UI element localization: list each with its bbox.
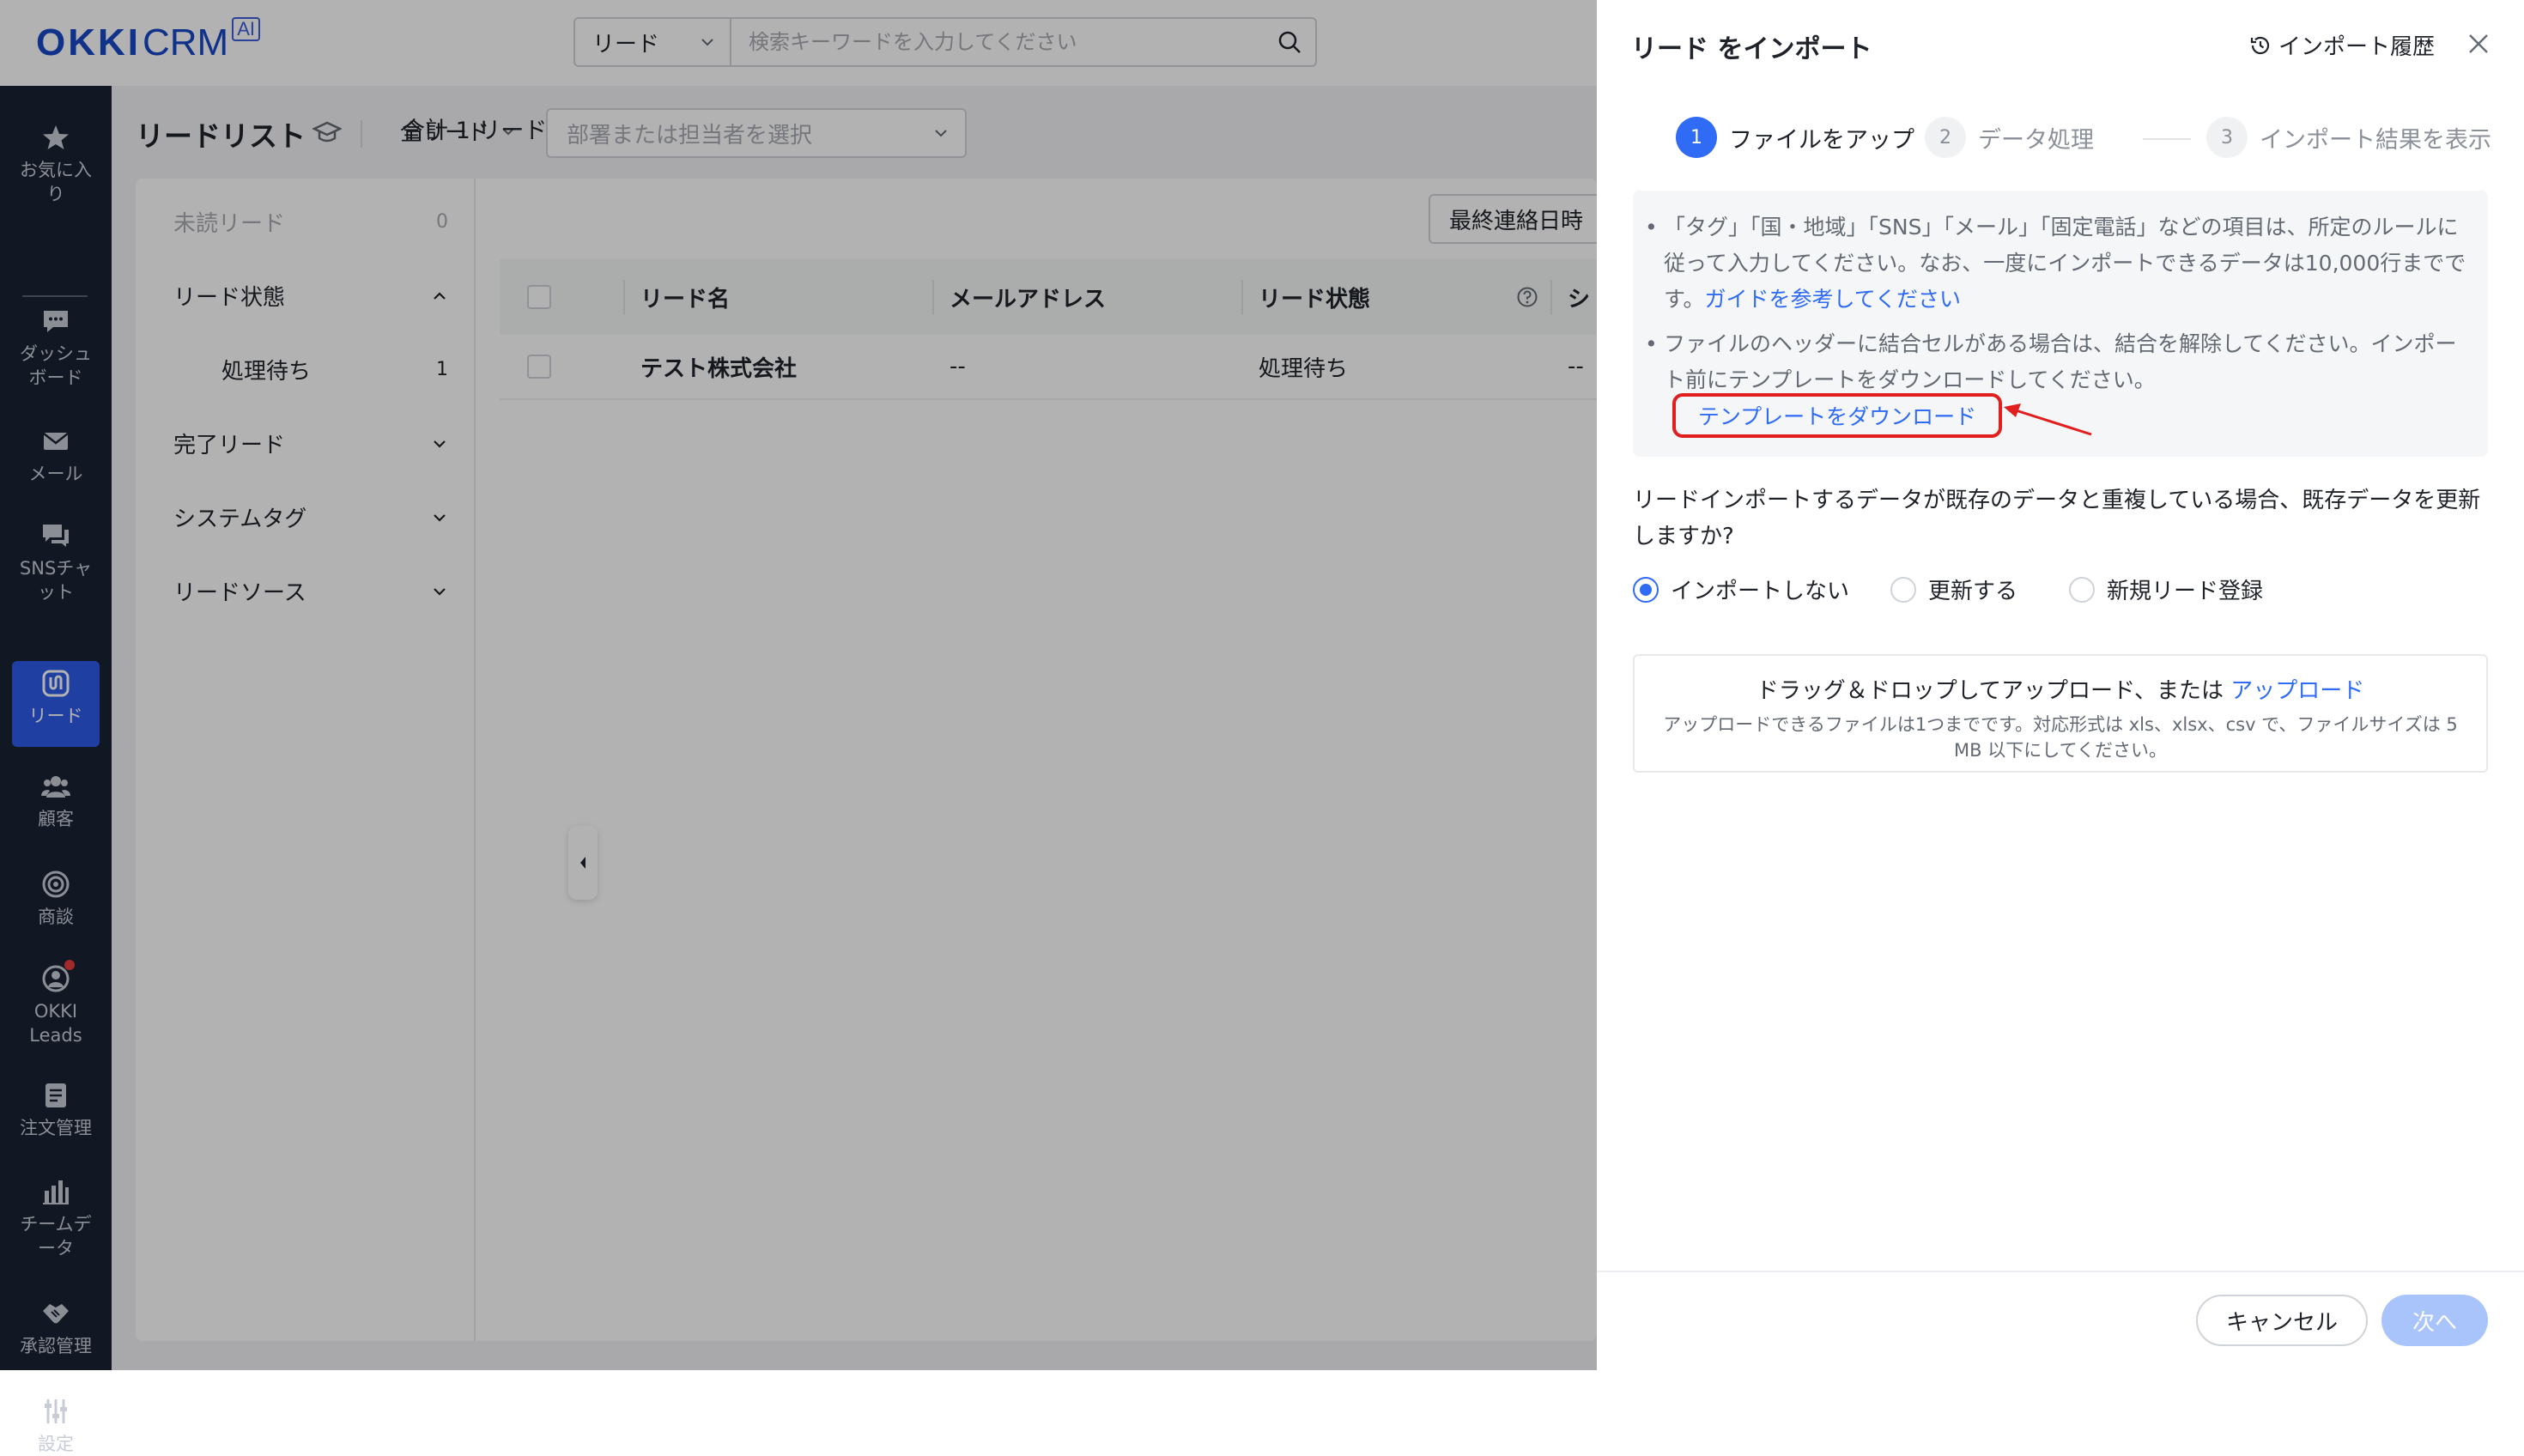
radio-button[interactable]: [2069, 576, 2095, 603]
notice-merged-text: ファイルのヘッダーに結合セルがある場合は、結合を解除してください。インポート前に…: [1664, 331, 2457, 392]
option-new-lead[interactable]: 新規リード登録: [2069, 573, 2263, 605]
modal-overlay[interactable]: [0, 0, 1597, 1370]
step-connector: [2143, 138, 2191, 140]
duplicate-options: インポートしない 更新する 新規リード登録: [1633, 573, 2488, 611]
step-label: ファイルをアップ: [1729, 126, 1914, 154]
duplicate-question: リードインポートするデータが既存のデータと重複している場合、既存データを更新しま…: [1633, 488, 2481, 549]
notice-item-merged-cells: • ファイルのヘッダーに結合セルがある場合は、結合を解除してください。インポート…: [1645, 326, 2471, 398]
upload-instruction: ドラッグ＆ドロップしてアップロード、または: [1756, 678, 2224, 704]
drawer-title: リード をインポート: [1631, 34, 1872, 64]
upload-link[interactable]: アップロード: [2230, 678, 2364, 704]
option-no-import[interactable]: インポートしない: [1633, 573, 1849, 605]
annotation-arrow-icon: [2004, 403, 2092, 436]
step-processing: 2 データ処理: [1925, 117, 2094, 158]
history-clock-icon: [2250, 36, 2270, 54]
step-number: 2: [1925, 117, 1966, 158]
guide-link[interactable]: ガイドを参考してください: [1705, 287, 1962, 312]
download-template-link[interactable]: テンプレートをダウンロード: [1698, 400, 1976, 431]
bullet: •: [1645, 215, 1658, 240]
step-number: 1: [1676, 117, 1717, 158]
step-label: インポート結果を表示: [2260, 126, 2491, 154]
step-results: 3 インポート結果を表示: [2206, 117, 2491, 158]
upload-constraints: アップロードできるファイルは1つまでです。対応形式は xls、xlsx、csv …: [1663, 714, 2458, 761]
sidebar-item-settings[interactable]: 設定: [12, 1389, 100, 1456]
option-label: 新規リード登録: [2107, 579, 2264, 604]
next-button[interactable]: 次へ: [2381, 1295, 2488, 1346]
close-button[interactable]: [2464, 29, 2493, 58]
template-download-highlight: テンプレートをダウンロード: [1672, 393, 2002, 438]
bullet: •: [1645, 331, 1658, 356]
footer-divider: [1597, 1271, 2524, 1272]
import-history-button[interactable]: インポート履歴: [2249, 29, 2435, 61]
notice-item-rules: • 「タグ」「国・地域」「SNS」「メール」「固定電話」などの項目は、所定のルー…: [1645, 209, 2471, 318]
option-label: 更新する: [1928, 579, 2018, 604]
import-steps: 1 ファイルをアップ 2 データ処理 3 インポート結果を表示: [1676, 117, 2491, 160]
settings-sliders-icon: [40, 1396, 71, 1427]
step-upload: 1 ファイルをアップ: [1676, 117, 1914, 158]
step-label: データ処理: [1978, 126, 2094, 154]
cancel-button[interactable]: キャンセル: [2196, 1295, 2368, 1346]
file-upload-dropzone[interactable]: ドラッグ＆ドロップしてアップロード、または アップロード アップロードできるファ…: [1633, 654, 2488, 773]
import-history-label: インポート履歴: [2278, 34, 2436, 60]
sidebar-label: 設定: [38, 1434, 74, 1454]
close-icon: [2469, 34, 2488, 53]
radio-button[interactable]: [1633, 576, 1659, 603]
radio-button[interactable]: [1890, 576, 1916, 603]
option-update[interactable]: 更新する: [1890, 573, 2017, 605]
option-label: インポートしない: [1671, 579, 1850, 604]
import-drawer: リード をインポート インポート履歴 1 ファイルをアップ 2 データ処理 3 …: [1597, 0, 2524, 1370]
upload-main-text: ドラッグ＆ドロップしてアップロード、または アップロード: [1635, 673, 2486, 705]
step-number: 3: [2206, 117, 2248, 158]
